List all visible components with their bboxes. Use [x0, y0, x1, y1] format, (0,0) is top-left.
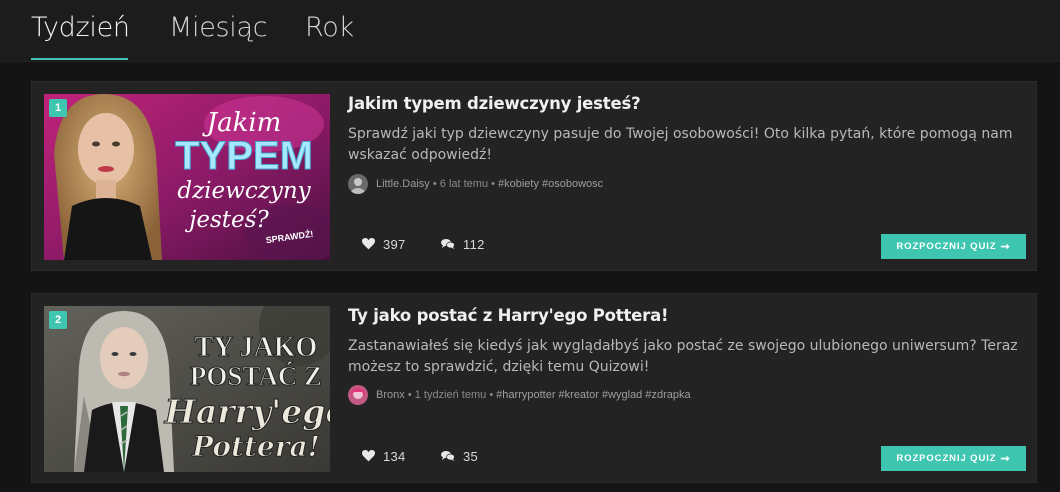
likes-count[interactable]: 134 — [362, 448, 406, 464]
thumb-text-4: Pottera! — [191, 430, 320, 463]
likes-count[interactable]: 397 — [362, 236, 406, 252]
likes-value: 397 — [383, 236, 406, 252]
quiz-meta: Bronx • 1 tydzień temu • #harrypotter #k… — [348, 385, 691, 405]
comments-icon — [441, 239, 455, 249]
thumb-text-1: TY JAKO — [195, 332, 318, 363]
quiz-thumbnail-image: Jakim TYPEM dziewczyny jesteś? SPRAWDŹ! — [44, 94, 330, 260]
quiz-thumbnail[interactable]: Jakim TYPEM dziewczyny jesteś? SPRAWDŹ! … — [44, 94, 330, 260]
thumb-text-3: Harry'ego — [164, 392, 330, 431]
thumb-text-4: jesteś? — [184, 207, 269, 233]
author-name[interactable]: Little.Daisy — [376, 178, 430, 190]
tags[interactable]: #harrypotter #kreator #wyglad #zdrapka — [496, 389, 690, 401]
arrow-right-icon: ➞ — [1000, 453, 1011, 465]
quiz-title[interactable]: Jakim typem dziewczyny jesteś? — [348, 94, 641, 113]
start-quiz-button[interactable]: ROZPOCZNIJ QUIZ ➞ — [881, 234, 1026, 259]
tab-year[interactable]: Rok — [305, 12, 354, 43]
quiz-meta: Little.Daisy • 6 lat temu • #kobiety #os… — [348, 174, 603, 194]
time-ago: • 1 tydzień temu • — [407, 389, 494, 401]
quiz-thumbnail-image: TY JAKO POSTAĆ Z Harry'ego Pottera! — [44, 306, 330, 472]
start-quiz-button[interactable]: ROZPOCZNIJ QUIZ ➞ — [881, 446, 1026, 471]
rank-badge: 2 — [49, 311, 67, 329]
time-ago: • 6 lat temu • — [432, 178, 495, 190]
heart-icon — [362, 238, 375, 250]
thumb-text-3: dziewczyny — [177, 178, 311, 204]
tags[interactable]: #kobiety #osobowosc — [498, 178, 603, 190]
avatar[interactable] — [348, 385, 368, 405]
author-name[interactable]: Bronx — [376, 389, 405, 401]
period-tabs: Tydzień Miesiąc Rok — [0, 0, 1060, 62]
active-tab-indicator — [31, 58, 128, 60]
avatar[interactable] — [348, 174, 368, 194]
quiz-thumbnail[interactable]: TY JAKO POSTAĆ Z Harry'ego Pottera! 2 — [44, 306, 330, 472]
tab-month[interactable]: Miesiąc — [169, 12, 268, 43]
heart-icon — [362, 450, 375, 462]
thumb-text-2: POSTAĆ Z — [190, 361, 322, 391]
start-quiz-label: ROZPOCZNIJ QUIZ — [896, 241, 997, 252]
quiz-card[interactable]: Jakim TYPEM dziewczyny jesteś? SPRAWDŹ! … — [31, 81, 1037, 271]
comments-count[interactable]: 35 — [441, 448, 478, 464]
quiz-description: Zastanawiałeś się kiedyś jak wyglądałbyś… — [348, 338, 1018, 375]
tab-week[interactable]: Tydzień — [31, 12, 130, 43]
comments-icon — [441, 451, 455, 461]
likes-value: 134 — [383, 448, 406, 464]
quiz-title[interactable]: Ty jako postać z Harry'ego Pottera! — [348, 306, 669, 325]
quiz-card[interactable]: TY JAKO POSTAĆ Z Harry'ego Pottera! 2 Ty… — [31, 293, 1037, 483]
comments-value: 35 — [463, 448, 479, 464]
thumb-text-2: TYPEM — [175, 134, 313, 178]
quiz-description: Sprawdź jaki typ dziewczyny pasuje do Tw… — [348, 126, 1013, 163]
rank-badge: 1 — [49, 99, 67, 117]
comments-value: 112 — [463, 236, 485, 252]
comments-count[interactable]: 112 — [441, 236, 485, 252]
start-quiz-label: ROZPOCZNIJ QUIZ — [896, 453, 997, 464]
arrow-right-icon: ➞ — [1000, 241, 1011, 253]
